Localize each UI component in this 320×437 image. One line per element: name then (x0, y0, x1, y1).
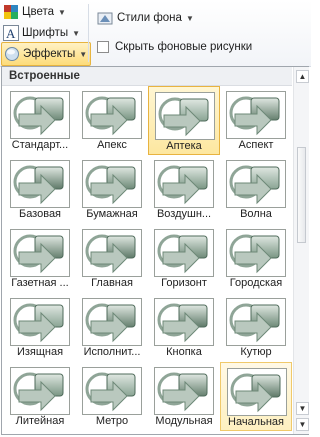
svg-text:A: A (6, 26, 16, 41)
effect-theme-item[interactable]: Исполнит... (76, 293, 148, 362)
effect-preview-icon (226, 229, 286, 277)
chevron-down-icon: ▼ (79, 49, 88, 59)
effect-theme-item[interactable]: Бумажная (76, 155, 148, 224)
effect-theme-item[interactable]: Горизонт (148, 224, 220, 293)
effect-theme-label: Аптека (166, 140, 202, 152)
effect-theme-label: Кутюр (240, 346, 272, 358)
effect-theme-item[interactable]: Базовая (4, 155, 76, 224)
effect-theme-item[interactable]: Главная (76, 224, 148, 293)
effect-theme-label: Главная (91, 277, 133, 289)
theme-fonts-label: Шрифты (22, 27, 69, 39)
effect-theme-item[interactable]: Газетная ... (4, 224, 76, 293)
effect-theme-item[interactable]: Кнопка (148, 293, 220, 362)
effect-theme-label: Стандарт... (11, 139, 69, 151)
effect-preview-icon (82, 229, 142, 277)
effect-preview-icon (10, 160, 70, 208)
checkbox-box[interactable] (97, 41, 109, 53)
effect-preview-icon (82, 91, 142, 139)
effect-theme-label: Апекс (97, 139, 127, 151)
effects-gallery-grid: Стандарт... Апекс Аптека Аспект Базовая Бумаж… (4, 86, 292, 434)
effect-preview-icon (82, 298, 142, 346)
effect-theme-item[interactable]: Городская (220, 224, 292, 293)
chevron-down-icon: ▼ (58, 7, 66, 17)
effect-theme-label: Начальная (228, 416, 284, 428)
chevron-down-icon: ▼ (72, 28, 81, 38)
effect-theme-label: Метро (95, 415, 129, 427)
more-options-icon[interactable]: ▼ (296, 418, 309, 431)
effect-theme-item[interactable]: Литейная (4, 362, 76, 431)
gallery-section-title: Встроенные (9, 70, 80, 82)
theme-effects-button[interactable]: Эффекты ▼ (1, 42, 92, 66)
effect-theme-label: Горизонт (161, 277, 207, 289)
effect-theme-label: Изящная (16, 346, 64, 358)
chevron-down-icon: ▼ (185, 13, 194, 23)
background-styles-button[interactable]: Стили фона ▼ (96, 8, 194, 28)
effect-theme-label: Городская (229, 277, 283, 289)
theme-colors-label: Цвета (22, 6, 55, 18)
ribbon-design-group: Цвета ▼ A Шрифты ▼ Эффекты ▼ Стили фона … (0, 0, 311, 67)
effect-theme-label: Исполнит... (83, 346, 141, 358)
gallery-section-header: Встроенные (2, 67, 292, 86)
effects-icon (5, 47, 19, 61)
effect-theme-item[interactable]: Стандарт... (4, 86, 76, 155)
effect-theme-item[interactable]: Начальная (220, 362, 292, 431)
effect-preview-icon (10, 367, 70, 415)
effect-preview-icon (10, 298, 70, 346)
background-styles-icon (97, 12, 113, 25)
effects-gallery-dropdown: Встроенные Стандарт... Апекс Аптека Аспект Б… (1, 66, 309, 435)
effect-preview-icon (10, 91, 70, 139)
hide-background-graphics-label: Скрыть фоновые рисунки (115, 41, 253, 53)
theme-effects-label: Эффекты (23, 48, 76, 60)
effect-theme-label: Литейная (15, 415, 65, 427)
effect-preview-icon (227, 368, 287, 416)
effect-theme-item[interactable]: Кутюр (220, 293, 292, 362)
hide-background-graphics-checkbox[interactable]: Скрыть фоновые рисунки (97, 37, 252, 57)
font-icon: A (3, 25, 19, 41)
effect-theme-label: Бумажная (86, 208, 138, 220)
scroll-up-icon[interactable]: ▲ (296, 70, 309, 83)
effect-preview-icon (82, 160, 142, 208)
effect-preview-icon (154, 298, 214, 346)
effect-preview-icon (154, 160, 214, 208)
effect-theme-item[interactable]: Волна (220, 155, 292, 224)
effect-theme-item[interactable]: Изящная (4, 293, 76, 362)
effect-preview-icon (155, 92, 215, 140)
theme-fonts-button[interactable]: A Шрифты ▼ (3, 23, 80, 43)
ribbon-separator (88, 4, 89, 62)
effect-preview-icon (154, 367, 214, 415)
effect-theme-label: Воздушн... (156, 208, 212, 220)
theme-colors-button[interactable]: Цвета ▼ (3, 2, 66, 22)
effect-theme-item[interactable]: Аспект (220, 86, 292, 155)
scrollbar-thumb[interactable] (297, 147, 306, 243)
scroll-down-icon[interactable]: ▼ (296, 402, 309, 415)
effect-preview-icon (154, 229, 214, 277)
effect-theme-item[interactable]: Воздушн... (148, 155, 220, 224)
effect-preview-icon (226, 91, 286, 139)
effect-theme-label: Волна (240, 208, 272, 220)
gallery-scrollbar[interactable]: ▲ ▼ ▼ (293, 67, 309, 434)
effect-theme-item[interactable]: Апекс (76, 86, 148, 155)
effect-preview-icon (226, 298, 286, 346)
effect-theme-item[interactable]: Аптека (148, 86, 220, 155)
effect-theme-label: Базовая (18, 208, 62, 220)
effect-preview-icon (10, 229, 70, 277)
effect-preview-icon (226, 160, 286, 208)
effect-theme-item[interactable]: Метро (76, 362, 148, 431)
effect-theme-label: Газетная ... (11, 277, 69, 289)
effect-theme-label: Модульная (155, 415, 213, 427)
effect-preview-icon (82, 367, 142, 415)
effect-theme-label: Аспект (238, 139, 274, 151)
color-palette-icon (4, 5, 18, 19)
effect-theme-label: Кнопка (166, 346, 202, 358)
effect-theme-item[interactable]: Модульная (148, 362, 220, 431)
background-styles-label: Стили фона (117, 12, 182, 24)
